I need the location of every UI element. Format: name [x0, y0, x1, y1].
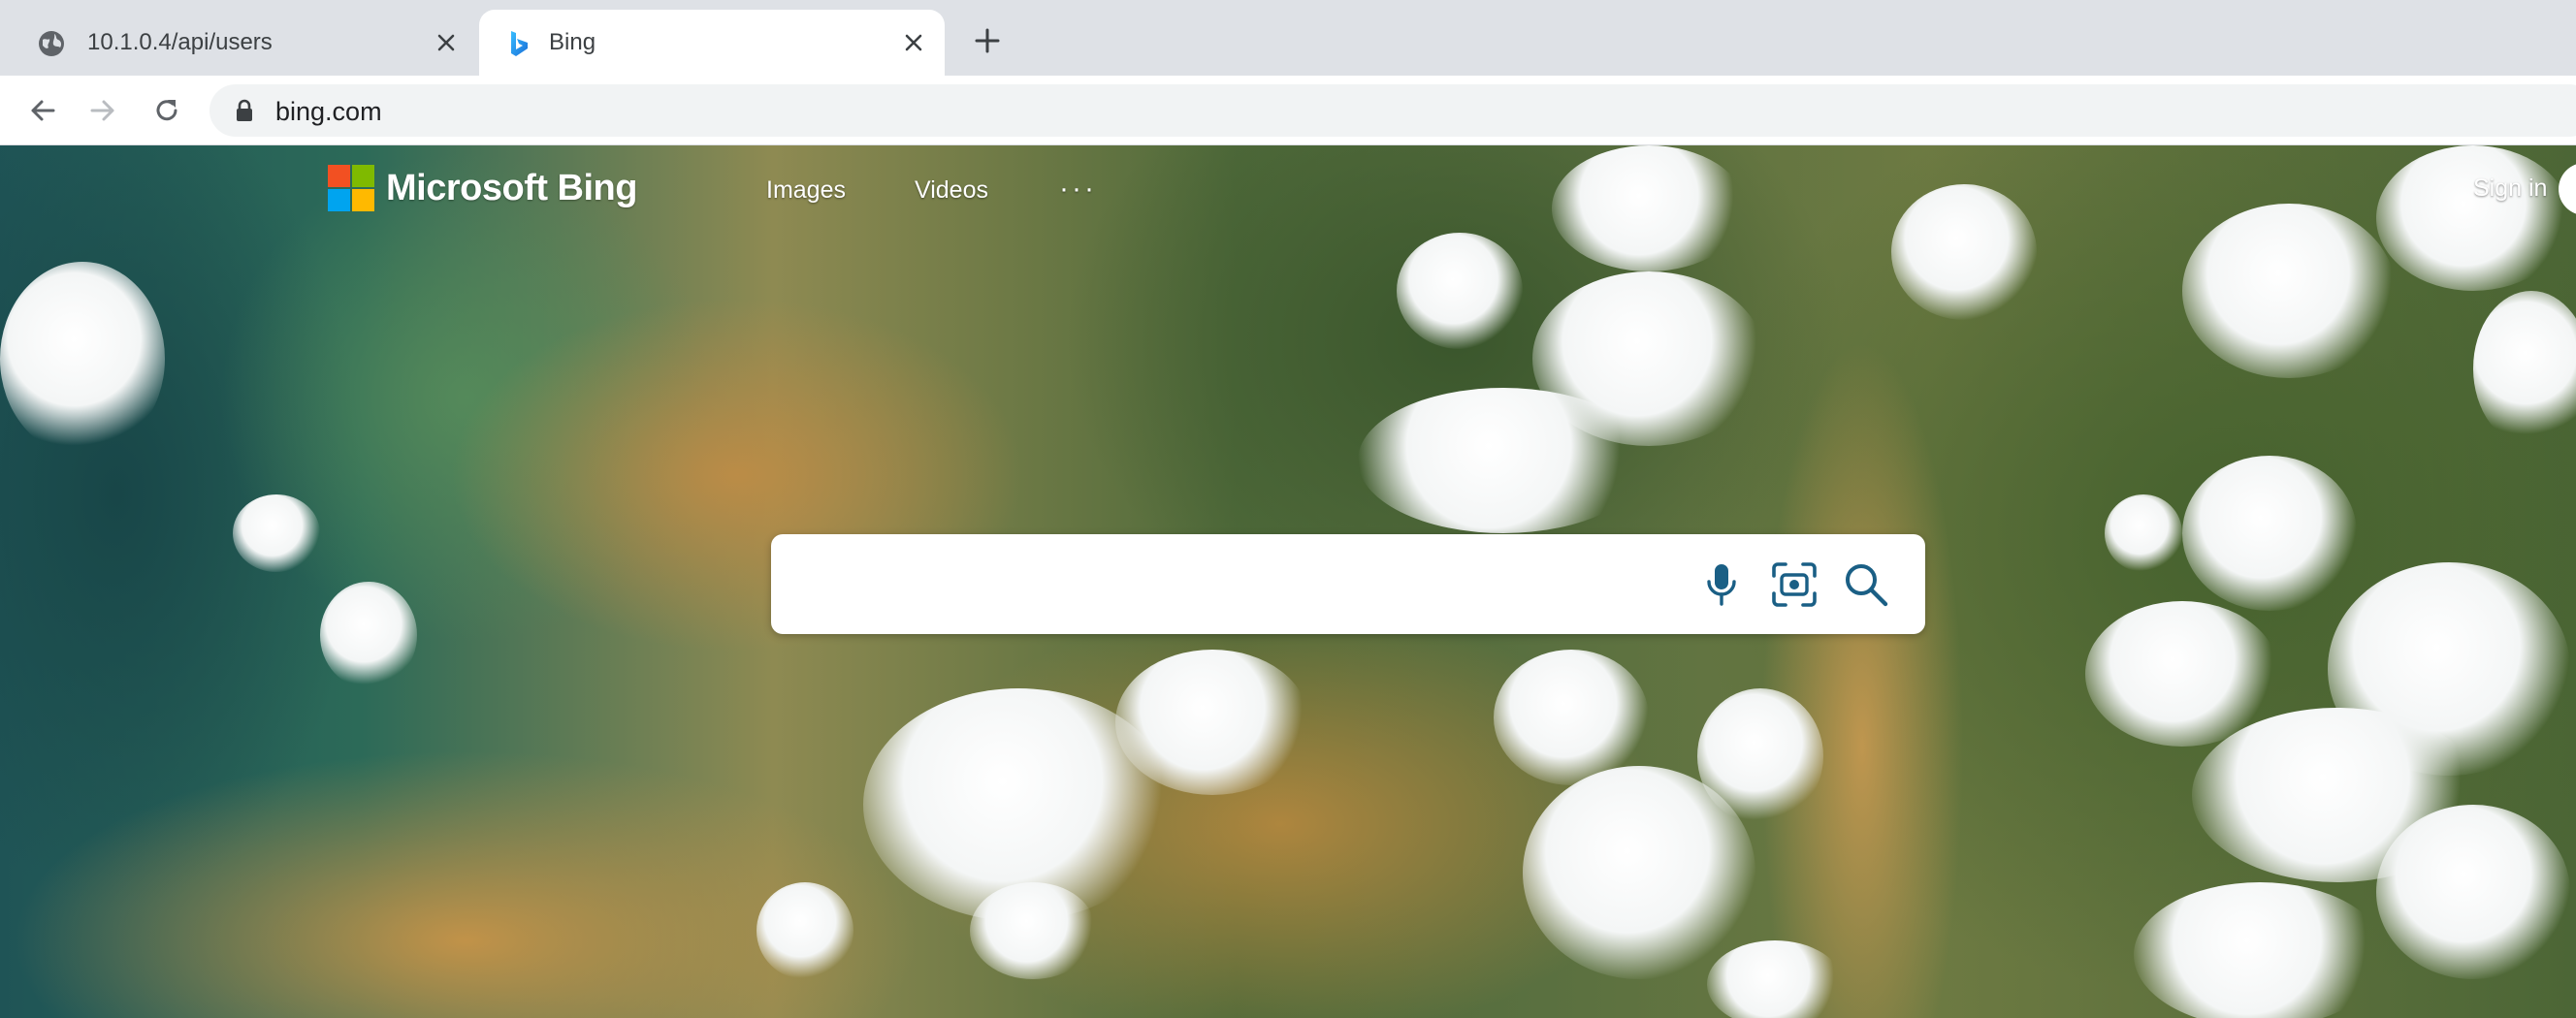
logo-square-blue — [328, 189, 350, 211]
arrow-left-icon — [31, 100, 55, 121]
plus-icon — [975, 28, 1000, 53]
tab-title: 10.1.0.4/api/users — [87, 29, 273, 55]
bing-icon — [504, 29, 533, 58]
reload-icon — [156, 100, 177, 121]
close-icon[interactable] — [429, 25, 464, 60]
sign-in-link[interactable]: Sign in — [2473, 175, 2547, 203]
address-url[interactable]: bing.com — [275, 97, 382, 127]
tab-title: Bing — [549, 29, 596, 55]
tab-bing[interactable]: Bing — [479, 10, 945, 76]
logo-square-green — [352, 165, 374, 187]
logo-text: Microsoft Bing — [386, 167, 637, 208]
globe-icon — [37, 29, 66, 58]
address-bar[interactable]: bing.com — [209, 84, 2576, 137]
nav-images-link[interactable]: Images — [766, 176, 846, 205]
lock-icon[interactable] — [235, 99, 254, 122]
close-icon[interactable] — [896, 25, 931, 60]
browser-toolbar: bing.com — [0, 76, 2576, 145]
new-tab-button[interactable] — [968, 21, 1007, 60]
tab-api-users[interactable]: 10.1.0.4/api/users — [0, 10, 477, 76]
search-box — [771, 534, 1925, 634]
nav-videos-link[interactable]: Videos — [915, 176, 988, 205]
logo-square-red — [328, 165, 350, 187]
microphone-icon[interactable] — [1694, 557, 1749, 612]
logo-square-yellow — [352, 189, 374, 211]
microsoft-bing-logo[interactable]: Microsoft Bing — [328, 165, 637, 211]
microsoft-logo-icon — [328, 165, 374, 211]
search-input[interactable] — [800, 556, 1673, 612]
more-menu-button[interactable]: ··· — [1059, 173, 1097, 206]
search-icon[interactable] — [1839, 557, 1893, 612]
reload-button[interactable] — [144, 87, 190, 134]
arrow-right-icon — [90, 100, 114, 121]
bing-homepage: Microsoft Bing Images Videos ··· Sign in — [0, 145, 2576, 1018]
tab-strip: 10.1.0.4/api/users Bing — [0, 0, 2576, 76]
visual-search-icon[interactable] — [1767, 557, 1821, 612]
back-button[interactable] — [19, 87, 66, 134]
forward-button[interactable] — [80, 87, 126, 134]
